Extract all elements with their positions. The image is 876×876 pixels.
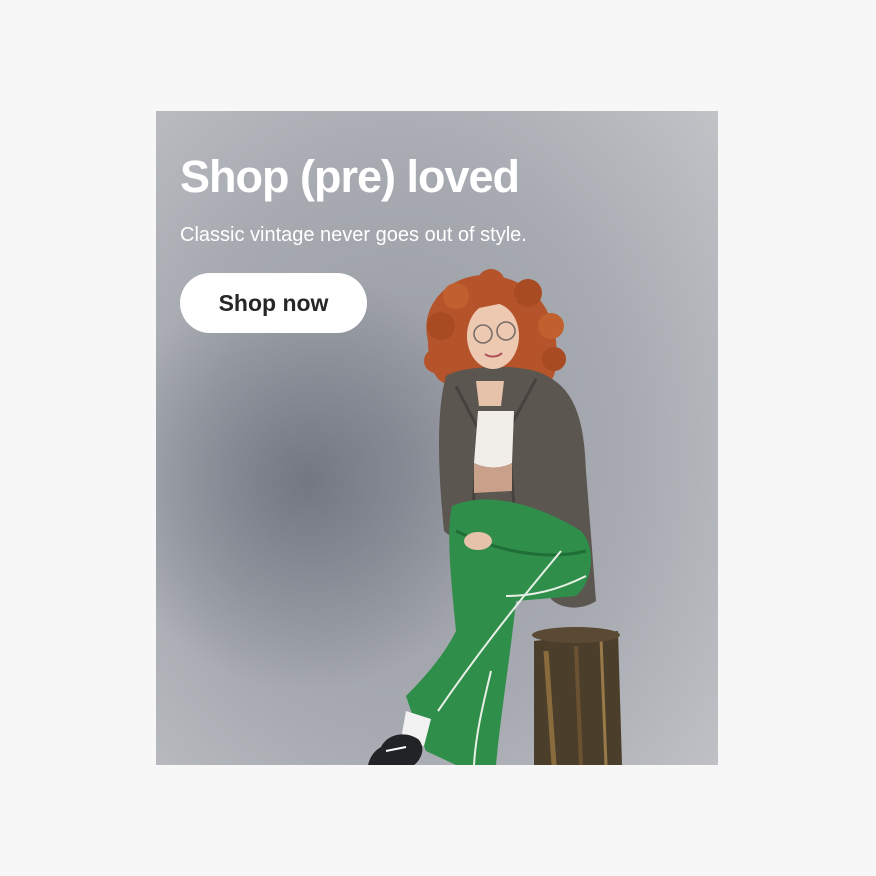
- model-photo: [368, 269, 622, 765]
- banner-headline: Shop (pre) loved: [180, 151, 520, 202]
- sneaker: [368, 711, 431, 765]
- top: [474, 411, 514, 493]
- wooden-stool: [532, 627, 622, 765]
- page-canvas: Shop (pre) loved Classic vintage never g…: [0, 0, 876, 876]
- shop-now-button[interactable]: Shop now: [180, 273, 367, 333]
- banner-subheadline: Classic vintage never goes out of style.: [180, 224, 527, 246]
- promo-banner[interactable]: Shop (pre) loved Classic vintage never g…: [156, 111, 718, 765]
- hand: [464, 532, 492, 550]
